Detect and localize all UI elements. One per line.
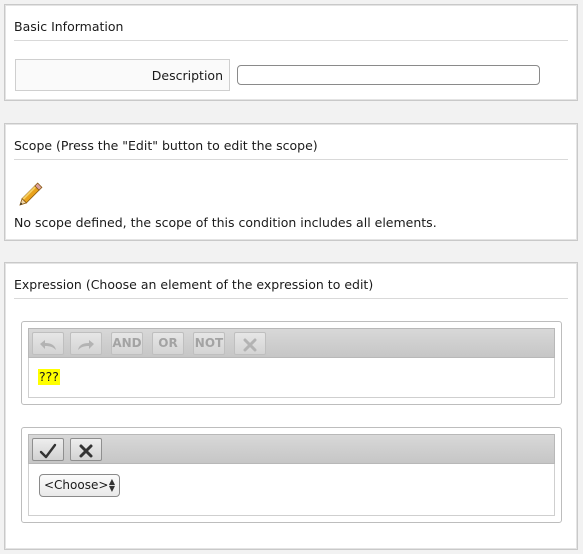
confirm-button[interactable]	[32, 438, 64, 461]
delete-x-icon	[235, 337, 265, 353]
divider	[14, 298, 568, 299]
basic-information-panel: Basic Information Description	[4, 4, 578, 101]
element-editor: <Choose> ▲ ▼	[21, 427, 562, 523]
expression-placeholder-token[interactable]: ???	[38, 369, 60, 385]
expression-toolbar: AND OR NOT	[28, 328, 555, 358]
delete-button[interactable]	[234, 332, 266, 355]
description-label-cell: Description	[15, 59, 230, 91]
redo-button[interactable]	[70, 332, 102, 355]
scope-panel: Scope (Press the "Edit" button to edit t…	[4, 123, 578, 241]
undo-button[interactable]	[32, 332, 64, 355]
redo-icon	[71, 338, 101, 352]
select-arrows-icon: ▲ ▼	[108, 477, 115, 493]
description-input[interactable]	[237, 65, 540, 85]
cancel-button[interactable]	[70, 438, 102, 461]
description-label: Description	[151, 68, 223, 83]
and-button[interactable]: AND	[111, 332, 143, 355]
expression-view: AND OR NOT ???	[21, 321, 562, 405]
or-button[interactable]: OR	[152, 332, 184, 355]
select-value: <Choose>	[44, 478, 109, 492]
element-type-select[interactable]: <Choose> ▲ ▼	[39, 474, 120, 497]
basic-information-title: Basic Information	[14, 19, 124, 34]
cancel-x-icon	[71, 443, 101, 459]
pencil-icon[interactable]	[17, 180, 47, 206]
checkmark-icon	[33, 443, 63, 459]
scope-empty-message: No scope defined, the scope of this cond…	[14, 215, 437, 230]
scope-title: Scope (Press the "Edit" button to edit t…	[14, 138, 318, 153]
expression-panel: Expression (Choose an element of the exp…	[4, 262, 578, 550]
editor-content: <Choose> ▲ ▼	[28, 464, 555, 516]
undo-icon	[33, 338, 63, 352]
not-button[interactable]: NOT	[193, 332, 225, 355]
divider	[14, 40, 568, 41]
expression-content: ???	[28, 358, 555, 398]
editor-toolbar	[28, 434, 555, 464]
divider	[14, 159, 568, 160]
expression-title: Expression (Choose an element of the exp…	[14, 277, 374, 292]
